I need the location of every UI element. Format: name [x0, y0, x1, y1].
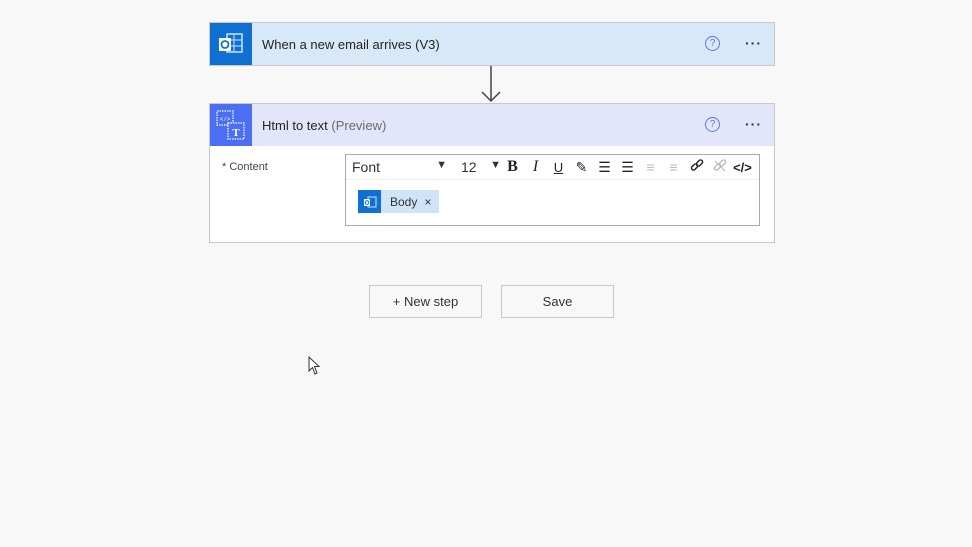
token-remove-icon[interactable]: ×: [424, 195, 431, 209]
chevron-down-icon: ▼: [436, 159, 447, 171]
font-family-select[interactable]: Font ▼: [346, 159, 455, 175]
dynamic-content-token[interactable]: Body ×: [358, 190, 440, 213]
action-title-text: Html to text: [262, 117, 328, 133]
token-label: Body: [390, 194, 418, 209]
action-title: Html to text (Preview): [262, 118, 386, 133]
font-size-value: 12: [461, 159, 477, 175]
down-arrow-icon: [481, 66, 501, 103]
underline-button[interactable]: U: [547, 160, 570, 175]
link-icon: [690, 158, 703, 171]
new-step-button[interactable]: + New step: [369, 285, 482, 318]
code-view-button[interactable]: </>: [731, 160, 754, 175]
outlook-icon: [210, 23, 252, 65]
numbered-list-button[interactable]: ☰: [616, 159, 639, 176]
help-icon[interactable]: ?: [705, 36, 720, 51]
save-button[interactable]: Save: [501, 285, 614, 318]
decrease-indent-button[interactable]: ≡: [639, 159, 662, 175]
editor-toolbar: Font ▼ 12 ▼ B I U ✎ ☰ ☰ ≡ ≡ </>: [346, 155, 759, 180]
trigger-title: When a new email arrives (V3): [262, 36, 440, 52]
help-icon[interactable]: ?: [705, 117, 720, 132]
action-card[interactable]: </> T Html to text (Preview) ? ··· * Con…: [209, 103, 775, 243]
highlight-color-button[interactable]: ✎: [570, 159, 593, 176]
link-button[interactable]: [685, 158, 708, 176]
action-card-header[interactable]: </> T Html to text (Preview) ? ···: [210, 104, 774, 146]
chevron-down-icon: ▼: [490, 159, 501, 171]
svg-text:</>: </>: [220, 116, 231, 123]
unlink-icon: [713, 158, 726, 171]
svg-text:T: T: [232, 127, 240, 139]
bold-button[interactable]: B: [501, 158, 524, 176]
italic-button[interactable]: I: [524, 158, 547, 176]
bullet-list-button[interactable]: ☰: [593, 159, 616, 176]
preview-tag: (Preview): [331, 117, 387, 133]
content-rich-text-editor[interactable]: Font ▼ 12 ▼ B I U ✎ ☰ ☰ ≡ ≡ </> Body ×: [345, 154, 760, 226]
mouse-cursor-icon: [308, 356, 321, 375]
font-family-value: Font: [352, 159, 381, 175]
outlook-icon: [358, 190, 381, 213]
unlink-button[interactable]: [708, 158, 731, 176]
more-options-icon[interactable]: ···: [745, 116, 762, 132]
content-field-label: * Content: [222, 161, 268, 173]
trigger-card[interactable]: When a new email arrives (V3) ? ···: [209, 22, 775, 66]
increase-indent-button[interactable]: ≡: [662, 159, 685, 175]
html-to-text-icon: </> T: [210, 104, 252, 146]
font-size-select[interactable]: 12 ▼: [455, 159, 501, 175]
trigger-card-header[interactable]: When a new email arrives (V3) ? ···: [210, 23, 774, 65]
more-options-icon[interactable]: ···: [745, 35, 762, 51]
